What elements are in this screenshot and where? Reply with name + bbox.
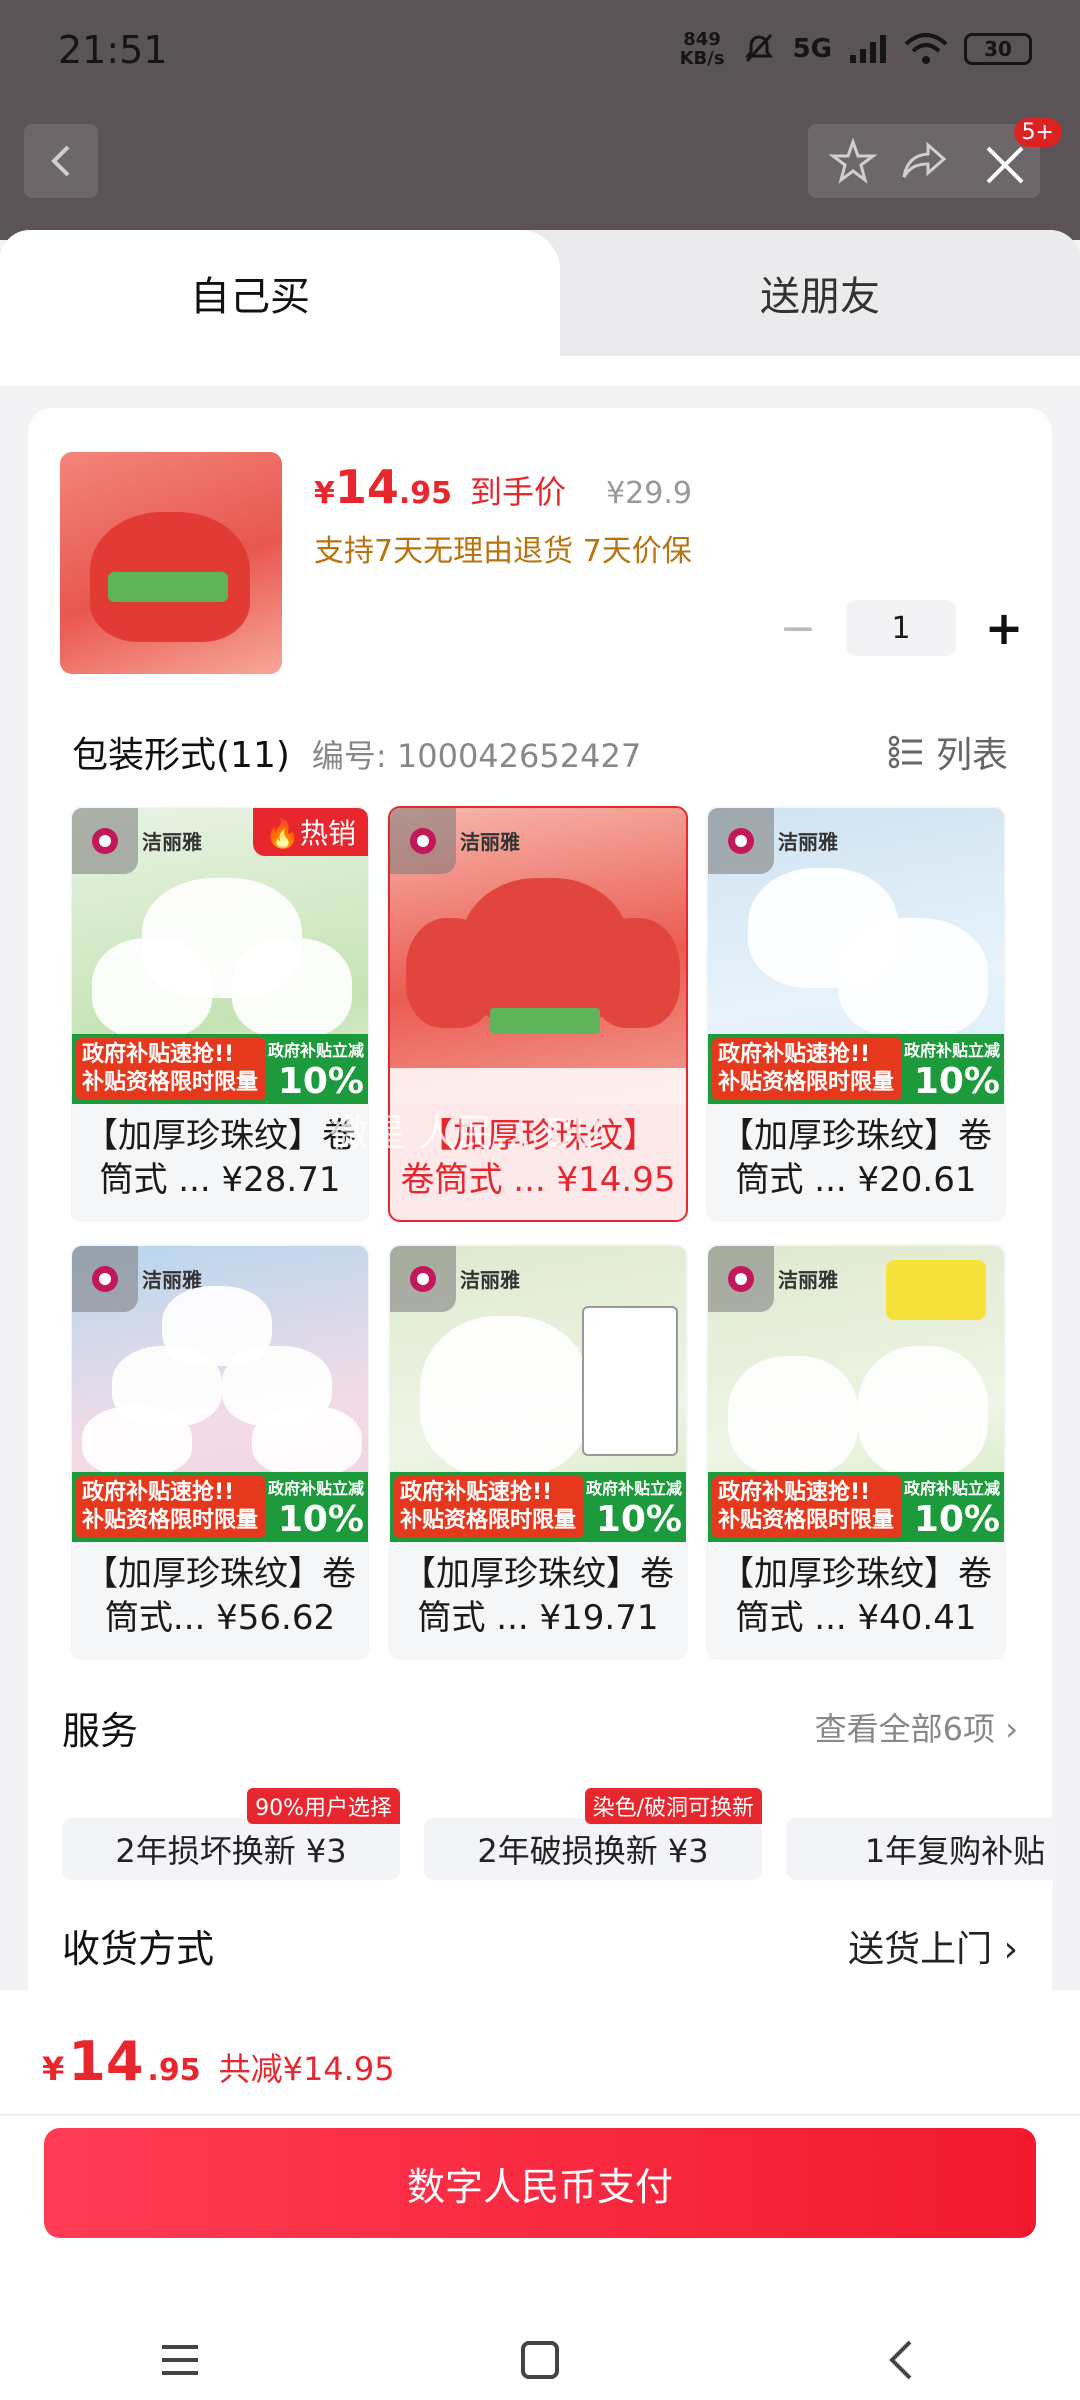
battery-indicator: 30 <box>964 33 1032 65</box>
option-price: ¥14.95 <box>556 1160 676 1200</box>
product-config-card: ¥14.95 到手价 ¥29.9 支持7天无理由退货 7天价保 − 1 + 包装… <box>28 408 1052 2010</box>
back-button[interactable] <box>24 124 98 198</box>
service-option[interactable]: 2年损坏换新 ¥3 90%用户选择 <box>62 1788 400 1880</box>
option-image: 洁丽雅 政府补贴速抢!! 补贴资格限时限量 政府补贴立减 10% <box>72 1246 368 1542</box>
price-label: 到手价 <box>470 473 567 511</box>
list-view-toggle[interactable]: 列表 <box>888 726 1008 778</box>
chevron-right-icon: › <box>1003 1929 1018 1970</box>
network-type: 5G <box>792 34 832 64</box>
packaging-option-grid: 🔥热销 洁丽雅 政府补贴速抢!! 补贴资格限时限量 政府补贴立减 10% 【加厚珍珠… <box>70 806 1010 1660</box>
nav-back-icon[interactable] <box>870 2330 930 2390</box>
list-icon <box>888 735 922 769</box>
signal-icon <box>850 35 886 63</box>
brand-logo <box>708 808 774 874</box>
status-indicators: 849 KB/s 5G 30 <box>680 30 1032 68</box>
service-options: 2年损坏换新 ¥3 90%用户选择 2年破损换新 ¥3 染色/破洞可换新 1年复购补… <box>62 1788 1052 1880</box>
subsidy-banner: 政府补贴速抢!! 补贴资格限时限量 政府补贴立减 10% <box>72 1472 368 1542</box>
system-nav-bar <box>0 2320 1080 2400</box>
option-title: 【加厚珍珠纹】 卷筒式 ... ¥14.95 <box>400 1116 676 1200</box>
option-image: 洁丽雅 政府补贴速抢!! 补贴资格限时限量 政府补贴立减 10% <box>708 1246 1004 1542</box>
total-saving: 共减¥14.95 <box>218 2050 395 2088</box>
price-line: ¥14.95 到手价 ¥29.9 <box>314 460 692 514</box>
packaging-header: 包装形式(11) 编号: 100042652427 <box>72 726 641 778</box>
option-title: 【加厚珍珠纹】卷 筒式 ... ¥40.41 <box>720 1554 992 1638</box>
packaging-option-selected[interactable]: 洁丽雅 【加厚珍珠纹】 卷筒式 ... ¥14.95 <box>388 806 688 1222</box>
status-bar: 21:51 849 KB/s 5G 30 <box>0 0 1080 110</box>
fire-icon: 🔥 <box>265 817 300 850</box>
subsidy-banner: 政府补贴速抢!! 补贴资格限时限量 政府补贴立减 10% <box>708 1472 1004 1542</box>
product-code: 编号: 100042652427 <box>311 737 642 775</box>
packaging-title: 包装形式(11) <box>72 735 290 776</box>
services-view-all[interactable]: 查看全部6项 › <box>815 1704 1018 1750</box>
option-price: ¥19.71 <box>539 1598 659 1638</box>
brand-logo <box>708 1246 774 1312</box>
option-image: 洁丽雅 政府补贴速抢!! 补贴资格限时限量 政府补贴立减 10% <box>708 808 1004 1104</box>
home-icon[interactable] <box>510 2330 570 2390</box>
wifi-icon <box>904 33 948 64</box>
packaging-option[interactable]: 洁丽雅 政府补贴速抢!! 补贴资格限时限量 政府补贴立减 10% 【加厚珍珠纹】卷筒… <box>70 1244 370 1660</box>
option-price: ¥40.41 <box>857 1598 977 1638</box>
brand-logo <box>72 808 138 874</box>
delivery-title: 收货方式 <box>62 1927 215 1971</box>
price-integer: 14 <box>334 460 399 514</box>
option-title: 【加厚珍珠纹】卷 筒式 ... ¥20.61 <box>720 1116 992 1200</box>
price-decimal: .95 <box>398 476 453 511</box>
original-price: ¥29.9 <box>606 476 692 511</box>
star-icon[interactable] <box>829 137 878 185</box>
product-thumbnail <box>60 452 282 674</box>
option-image: 洁丽雅 政府补贴速抢!! 补贴资格限时限量 政府补贴立减 10% <box>390 1246 686 1542</box>
option-price: ¥56.62 <box>216 1598 336 1638</box>
brand-logo <box>390 808 456 874</box>
service-option[interactable]: 2年破损换新 ¥3 染色/破洞可换新 <box>424 1788 762 1880</box>
service-tag: 染色/破洞可换新 <box>584 1788 762 1824</box>
digital-rmb-pay-button[interactable]: 数字人民币支付 <box>44 2128 1036 2238</box>
packaging-option[interactable]: 洁丽雅 政府补贴速抢!! 补贴资格限时限量 政府补贴立减 10% 【加厚珍珠纹】卷筒… <box>706 806 1006 1222</box>
service-tag: 90%用户选择 <box>247 1788 400 1824</box>
purchase-tabs: 自己买 送朋友 <box>0 230 1080 356</box>
services-title: 服务 <box>62 1709 139 1753</box>
option-title: 【加厚珍珠纹】卷 筒式... ¥56.62 <box>84 1554 356 1638</box>
subsidy-banner: 政府补贴速抢!! 补贴资格限时限量 政府补贴立减 10% <box>708 1034 1004 1104</box>
subsidy-banner: 政府补贴速抢!! 补贴资格限时限量 政府补贴立减 10% <box>72 1034 368 1104</box>
share-icon[interactable] <box>900 137 948 185</box>
qty-decrease-button[interactable]: − <box>778 603 818 654</box>
option-price: ¥20.61 <box>857 1160 977 1200</box>
packaging-option[interactable]: 洁丽雅 政府补贴速抢!! 补贴资格限时限量 政府补贴立减 10% 【加厚珍珠纹】卷筒… <box>706 1244 1006 1660</box>
packaging-option[interactable]: 洁丽雅 政府补贴速抢!! 补贴资格限时限量 政府补贴立减 10% 【加厚珍珠纹】卷筒… <box>388 1244 688 1660</box>
option-image: 洁丽雅 <box>390 808 686 1104</box>
quantity-stepper: − 1 + <box>778 600 1024 656</box>
subsidy-banner: 政府补贴速抢!! 补贴资格限时限量 政府补贴立减 10% <box>390 1472 686 1542</box>
close-icon[interactable] <box>980 140 1030 190</box>
total-price: ¥ 14 .95 共减¥14.95 <box>42 2030 395 2093</box>
hot-badge: 🔥热销 <box>253 808 368 856</box>
back-icon <box>51 145 70 177</box>
qty-input[interactable]: 1 <box>846 600 956 656</box>
delivery-method[interactable]: 送货上门 › <box>848 1920 1018 1972</box>
qty-increase-button[interactable]: + <box>984 601 1024 655</box>
status-time: 21:51 <box>58 28 168 72</box>
tab-self-buy[interactable]: 自己买 <box>0 230 560 356</box>
service-option[interactable]: 1年复购补贴 <box>786 1818 1052 1880</box>
brand-logo <box>72 1246 138 1312</box>
chevron-right-icon: › <box>1005 1710 1018 1748</box>
packaging-option[interactable]: 🔥热销 洁丽雅 政府补贴速抢!! 补贴资格限时限量 政府补贴立减 10% 【加厚珍珠… <box>70 806 370 1222</box>
guarantee-text: 支持7天无理由退货 7天价保 <box>314 534 692 569</box>
mute-icon <box>744 33 773 63</box>
brand-logo <box>390 1246 456 1312</box>
option-title: 【加厚珍珠纹】卷 筒式 ... ¥28.71 <box>84 1116 356 1200</box>
option-price: ¥28.71 <box>221 1160 341 1200</box>
checkout-panel: ¥ 14 .95 共减¥14.95 数字人民币支付 <box>0 1990 1080 2400</box>
net-speed: 849 KB/s <box>679 29 725 69</box>
menu-icon[interactable] <box>150 2330 210 2390</box>
tab-gift-friend[interactable]: 送朋友 <box>560 230 1080 356</box>
option-title: 【加厚珍珠纹】卷 筒式 ... ¥19.71 <box>402 1554 674 1638</box>
